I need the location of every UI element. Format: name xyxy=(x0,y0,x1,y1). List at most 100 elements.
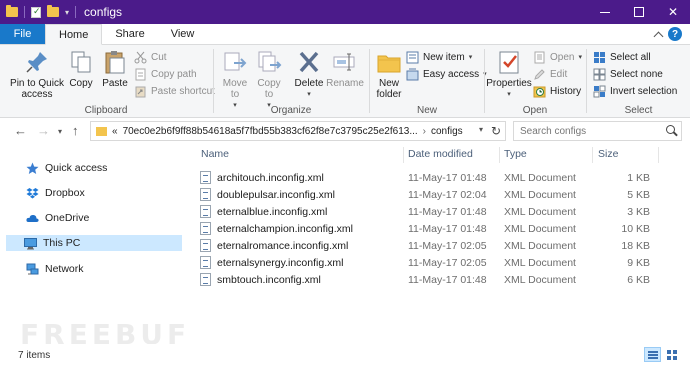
move-to-label: Move to xyxy=(222,78,248,100)
new-item-icon xyxy=(406,51,419,64)
new-folder-button[interactable]: New folder xyxy=(372,49,406,100)
properties-button[interactable]: Properties ▾ xyxy=(486,49,532,100)
history-icon xyxy=(533,85,546,98)
delete-button[interactable]: Delete ▾ xyxy=(294,49,324,100)
file-row[interactable]: smbtouch.inconfig.xml 11-May-17 01:48 XM… xyxy=(197,272,657,289)
copy-path-button[interactable]: Copy path xyxy=(134,66,197,82)
file-row[interactable]: eternalchampion.inconfig.xml 11-May-17 0… xyxy=(197,221,657,238)
recent-locations-icon[interactable]: ▾ xyxy=(58,127,62,136)
open-group: Properties ▾ Open ▾ Edit History Open xyxy=(485,45,585,118)
folder-icon xyxy=(6,5,18,17)
select-all-button[interactable]: Select all xyxy=(593,49,651,65)
column-header-name[interactable]: Name xyxy=(201,148,229,160)
copy-to-button[interactable]: Copy to ▾ xyxy=(254,49,284,111)
history-button[interactable]: History xyxy=(533,83,581,99)
properties-icon[interactable] xyxy=(31,6,41,18)
up-arrow-icon[interactable]: ↑ xyxy=(72,123,79,138)
column-header-type[interactable]: Type xyxy=(504,148,527,160)
cloud-icon xyxy=(26,212,39,225)
copy-button[interactable]: Copy xyxy=(68,49,94,89)
close-button[interactable]: ✕ xyxy=(656,0,690,24)
large-icons-view-button[interactable] xyxy=(663,347,680,362)
column-header-date[interactable]: Date modified xyxy=(408,148,473,160)
column-header-size[interactable]: Size xyxy=(598,148,618,160)
breadcrumb-overflow[interactable]: « xyxy=(112,126,118,137)
details-view-button[interactable] xyxy=(644,347,661,362)
select-none-icon xyxy=(593,68,606,81)
file-row[interactable]: doublepulsar.inconfig.xml 11-May-17 02:0… xyxy=(197,187,657,204)
file-row[interactable]: eternalsynergy.inconfig.xml 11-May-17 02… xyxy=(197,255,657,272)
search-placeholder: Search configs xyxy=(520,125,587,137)
file-type: XML Document xyxy=(504,274,576,286)
rename-icon xyxy=(332,49,358,75)
forward-arrow-icon[interactable]: → xyxy=(37,123,50,138)
select-none-button[interactable]: Select none xyxy=(593,66,663,82)
address-bar[interactable]: « 70ec0e2b6f9ff88b54618a5f7fbd55b383cf62… xyxy=(90,121,506,141)
select-group-label: Select xyxy=(624,105,653,116)
scissors-icon xyxy=(134,51,147,64)
column-divider[interactable] xyxy=(592,147,593,163)
search-input[interactable]: Search configs xyxy=(513,121,682,141)
pin-to-quick-access-button[interactable]: Pin to Quick access xyxy=(8,49,66,100)
select-all-label: Select all xyxy=(610,51,651,63)
new-item-button[interactable]: New item ▾ xyxy=(406,49,472,65)
rename-button[interactable]: Rename xyxy=(326,49,364,89)
file-row[interactable]: eternalblue.inconfig.xml 11-May-17 01:48… xyxy=(197,204,657,221)
edit-button[interactable]: Edit xyxy=(533,66,567,82)
tab-view[interactable]: View xyxy=(158,24,208,44)
column-divider[interactable] xyxy=(499,147,500,163)
refresh-icon[interactable]: ↻ xyxy=(491,124,501,138)
file-row[interactable]: eternalromance.inconfig.xml 11-May-17 02… xyxy=(197,238,657,255)
xml-file-icon xyxy=(200,188,211,201)
file-list: Name Date modified Type Size architouch.… xyxy=(189,144,690,344)
nav-item-quick-access[interactable]: Quick access xyxy=(8,160,184,176)
file-date: 11-May-17 02:04 xyxy=(408,189,487,201)
customize-toolbar-icon[interactable]: ▾ xyxy=(65,8,69,17)
nav-item-network[interactable]: Network xyxy=(8,261,184,277)
collapse-ribbon-icon[interactable] xyxy=(653,31,664,41)
back-arrow-icon[interactable]: ← xyxy=(14,123,27,138)
breadcrumb-current[interactable]: configs xyxy=(431,126,463,137)
file-type: XML Document xyxy=(504,206,576,218)
ribbon: Pin to Quick access Copy Paste Cut Copy … xyxy=(0,45,690,118)
dropbox-icon xyxy=(26,187,39,200)
file-type: XML Document xyxy=(504,223,576,235)
file-row[interactable]: architouch.inconfig.xml 11-May-17 01:48 … xyxy=(197,170,657,187)
paste-button[interactable]: Paste xyxy=(101,49,129,89)
cut-button[interactable]: Cut xyxy=(134,49,167,65)
paste-icon xyxy=(102,49,128,75)
copy-path-icon xyxy=(134,68,147,81)
tab-share[interactable]: Share xyxy=(102,24,157,44)
address-dropdown-icon[interactable]: ▾ xyxy=(479,125,483,134)
help-icon[interactable]: ? xyxy=(668,27,682,41)
nav-item-this-pc[interactable]: This PC xyxy=(6,235,182,251)
quick-access-toolbar: ▾ xyxy=(0,5,77,18)
file-size: 5 KB xyxy=(627,189,650,201)
nav-item-dropbox[interactable]: Dropbox xyxy=(8,185,184,201)
breadcrumb-chevron-icon[interactable]: › xyxy=(423,126,426,137)
nav-item-onedrive[interactable]: OneDrive xyxy=(8,210,184,226)
minimize-button[interactable] xyxy=(588,0,622,24)
invert-selection-button[interactable]: Invert selection xyxy=(593,83,677,99)
easy-access-button[interactable]: Easy access ▾ xyxy=(406,66,487,82)
open-label: Open xyxy=(550,51,575,63)
paste-shortcut-button[interactable]: Paste shortcut xyxy=(134,83,215,99)
new-folder-label: New folder xyxy=(376,78,402,100)
maximize-button[interactable] xyxy=(622,0,656,24)
tab-file[interactable]: File xyxy=(0,24,45,44)
nav-item-label: OneDrive xyxy=(45,212,90,224)
open-button[interactable]: Open ▾ xyxy=(533,49,582,65)
new-folder-icon[interactable] xyxy=(47,5,59,17)
copy-to-icon xyxy=(256,49,282,75)
tab-home[interactable]: Home xyxy=(45,24,103,45)
delete-dropdown-icon: ▾ xyxy=(307,91,311,98)
column-divider[interactable] xyxy=(403,147,404,163)
breadcrumb-path[interactable]: 70ec0e2b6f9ff88b54618a5f7fbd55b383cf62f8… xyxy=(123,126,418,137)
navigation-bar: ← → ▾ ↑ « 70ec0e2b6f9ff88b54618a5f7fbd55… xyxy=(0,118,690,144)
xml-file-icon xyxy=(200,256,211,269)
select-none-label: Select none xyxy=(610,68,663,80)
column-divider[interactable] xyxy=(658,147,659,163)
move-to-button[interactable]: Move to ▾ xyxy=(220,49,250,111)
nav-item-label: Dropbox xyxy=(45,187,85,199)
select-group: Select all Select none Invert selection … xyxy=(587,45,690,118)
